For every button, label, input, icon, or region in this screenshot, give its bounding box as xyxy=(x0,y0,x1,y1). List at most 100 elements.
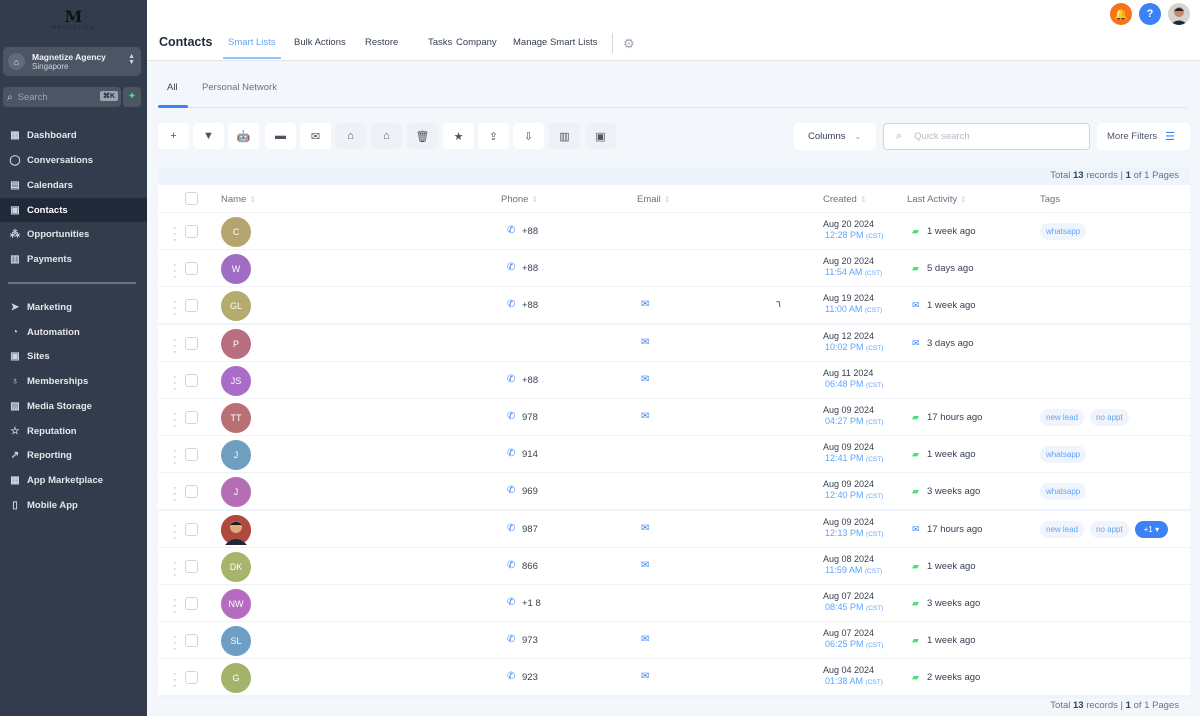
table-row[interactable]: · · · GL ✆ +88 ✉ ٦ Aug 19 2024 11:00 AM (CST) ✉ 1 w… xyxy=(158,287,1190,325)
tag-chip[interactable]: new lead xyxy=(1040,520,1085,538)
delete-button[interactable]: 🗑 xyxy=(407,123,438,149)
phone-icon[interactable]: ✆ xyxy=(507,374,515,385)
subtab-personal-network[interactable]: Personal Network xyxy=(202,82,277,93)
table-row[interactable]: · · · J ✆ 914 Aug 09 2024 12:41 PM (CST) ▰ 1 week… xyxy=(158,436,1190,474)
settings-gear-icon[interactable]: ⚙ xyxy=(623,36,635,52)
sidebar-item-calendars[interactable]: ▤ Calendars xyxy=(0,173,147,197)
phone-icon[interactable]: ✆ xyxy=(507,262,515,273)
drag-handle-icon[interactable]: · · · xyxy=(173,595,177,618)
filter-button[interactable]: ▼ xyxy=(193,123,224,149)
table-row[interactable]: · · · J ✆ 969 Aug 09 2024 12:40 PM (CST) ▰ 3 week… xyxy=(158,473,1190,511)
avatar[interactable]: J xyxy=(221,477,251,508)
favorite-button[interactable]: ★ xyxy=(443,123,474,149)
row-checkbox[interactable] xyxy=(185,559,198,573)
column-header-created[interactable]: Created ⇕ xyxy=(823,194,867,205)
row-checkbox[interactable] xyxy=(185,597,198,610)
agency-switcher[interactable]: ⌂ Magnetize Agency Singapore ▲ ▼ xyxy=(3,47,141,76)
sidebar-item-reputation[interactable]: ☆ Reputation xyxy=(0,419,147,443)
sidebar-item-conversations[interactable]: ◯ Conversations xyxy=(0,148,147,172)
drag-handle-icon[interactable]: · · · xyxy=(173,669,177,692)
table-row[interactable]: · · · ✆ 987 ✉ Aug 09 2024 12:13 PM (CST) ✉ 17 hou… xyxy=(158,510,1190,548)
sidebar-item-payments[interactable]: ▥ Payments xyxy=(0,247,147,271)
row-checkbox[interactable] xyxy=(185,634,198,648)
sidebar-item-app-marketplace[interactable]: ▦ App Marketplace xyxy=(0,468,147,492)
drag-handle-icon[interactable]: · · · xyxy=(173,297,177,320)
merge-button[interactable]: ▣ xyxy=(585,123,616,149)
table-row[interactable]: · · · G ✆ 923 ✉ Aug 04 2024 01:38 AM (CST) ▰ 2 wee… xyxy=(158,659,1190,697)
table-row[interactable]: · · · C ✆ +88 Aug 20 2024 12:28 PM (CST) ▰ 1 week… xyxy=(158,213,1190,250)
tab-restore[interactable]: Restore xyxy=(365,37,398,48)
row-checkbox[interactable] xyxy=(185,411,198,424)
avatar[interactable]: P xyxy=(221,328,251,359)
tag-chip[interactable]: new lead xyxy=(1040,409,1085,426)
row-checkbox[interactable] xyxy=(185,262,198,276)
tag-chip[interactable]: whatsapp xyxy=(1040,446,1087,464)
tag-chip[interactable]: whatsapp xyxy=(1040,223,1087,240)
table-row[interactable]: · · · TT ✆ 978 ✉ Aug 09 2024 04:27 PM (CST) ▰ 17 h… xyxy=(158,399,1190,436)
help-icon[interactable]: ? xyxy=(1139,3,1161,25)
drag-handle-icon[interactable]: · · · xyxy=(173,557,177,580)
email-icon[interactable]: ✉ xyxy=(641,671,649,682)
tag-chip[interactable]: no appt xyxy=(1090,520,1129,538)
select-all-checkbox[interactable] xyxy=(185,192,198,205)
send-email-button[interactable]: ✉ xyxy=(300,123,331,149)
column-header-last-activity[interactable]: Last Activity ⇕ xyxy=(907,194,967,205)
more-tags-button[interactable]: +1 ▾ xyxy=(1134,520,1169,538)
phone-icon[interactable]: ✆ xyxy=(507,485,515,496)
quick-search-input[interactable] xyxy=(914,131,1075,142)
tab-bulk-actions[interactable]: Bulk Actions xyxy=(294,37,346,48)
phone-icon[interactable]: ✆ xyxy=(507,299,515,310)
send-sms-button[interactable]: ▬ xyxy=(265,123,296,149)
row-checkbox[interactable] xyxy=(185,373,198,387)
table-row[interactable]: · · · SL ✆ 973 ✉ Aug 07 2024 06:25 PM (CST) ▰ 1 we… xyxy=(158,622,1190,660)
columns-dropdown[interactable]: Columns ⌄ xyxy=(794,123,876,150)
sidebar-item-media-storage[interactable]: ▨ Media Storage xyxy=(0,394,147,418)
phone-icon[interactable]: ✆ xyxy=(507,597,515,608)
tab-smart-lists[interactable]: Smart Lists xyxy=(223,37,280,59)
sidebar-item-opportunities[interactable]: ⁂ Opportunities xyxy=(0,222,147,246)
tag-chip[interactable]: whatsapp xyxy=(1040,483,1087,501)
drag-handle-icon[interactable]: · · · xyxy=(173,446,177,469)
column-header-email[interactable]: Email ⇕ xyxy=(637,194,670,205)
brand-logo[interactable]: M MAGNETIZE xyxy=(0,9,147,32)
phone-icon[interactable]: ✆ xyxy=(507,560,515,571)
table-row[interactable]: · · · JS ✆ +88 ✉ Aug 11 2024 06:48 PM (CST) xyxy=(158,361,1190,399)
email-icon[interactable]: ✉ xyxy=(641,634,649,645)
sidebar-item-marketing[interactable]: ➤ Marketing xyxy=(0,295,147,319)
avatar[interactable]: NW xyxy=(221,589,251,619)
add-tag-button[interactable]: ⌂ xyxy=(335,123,366,149)
phone-icon[interactable]: ✆ xyxy=(507,671,515,682)
phone-icon[interactable]: ✆ xyxy=(507,448,515,459)
tab-tasks[interactable]: Tasks xyxy=(428,37,452,48)
drag-handle-icon[interactable]: · · · xyxy=(173,483,177,506)
sidebar-item-dashboard[interactable]: ▦ Dashboard xyxy=(0,123,147,147)
add-contact-button[interactable]: + xyxy=(158,123,189,149)
sidebar-item-sites[interactable]: ▣ Sites xyxy=(0,344,147,368)
avatar[interactable]: GL xyxy=(221,291,251,322)
row-checkbox[interactable] xyxy=(185,485,198,499)
drag-handle-icon[interactable]: · · · xyxy=(173,371,177,394)
phone-icon[interactable]: ✆ xyxy=(507,411,515,422)
sidebar-item-reporting[interactable]: ↗ Reporting xyxy=(0,443,147,467)
column-header-phone[interactable]: Phone ⇕ xyxy=(501,194,538,205)
avatar[interactable]: G xyxy=(221,663,251,694)
table-row[interactable]: · · · NW ✆ +1 8 Aug 07 2024 08:45 PM (CST) ▰ 3 we… xyxy=(158,585,1190,622)
email-icon[interactable]: ✉ xyxy=(641,560,649,571)
phone-icon[interactable]: ✆ xyxy=(507,634,515,645)
email-icon[interactable]: ✉ xyxy=(641,523,649,534)
sidebar-item-mobile-app[interactable]: ▯ Mobile App xyxy=(0,493,147,517)
tag-chip[interactable]: no appt xyxy=(1090,409,1129,426)
row-checkbox[interactable] xyxy=(185,671,198,685)
email-icon[interactable]: ✉ xyxy=(641,299,649,310)
sidebar-search[interactable]: ⌕ Search ⌘K xyxy=(3,87,121,107)
drag-handle-icon[interactable]: · · · xyxy=(173,334,177,357)
row-checkbox[interactable] xyxy=(185,336,198,350)
row-checkbox[interactable] xyxy=(185,522,198,536)
notifications-bell-icon[interactable]: 🔔 xyxy=(1110,3,1132,25)
avatar[interactable]: DK xyxy=(221,551,251,582)
quick-action-button[interactable]: ✦ xyxy=(123,87,141,107)
avatar[interactable]: W xyxy=(221,254,251,285)
avatar[interactable] xyxy=(221,514,251,545)
drag-handle-icon[interactable]: · · · xyxy=(173,223,177,246)
email-icon[interactable]: ✉ xyxy=(641,374,649,385)
